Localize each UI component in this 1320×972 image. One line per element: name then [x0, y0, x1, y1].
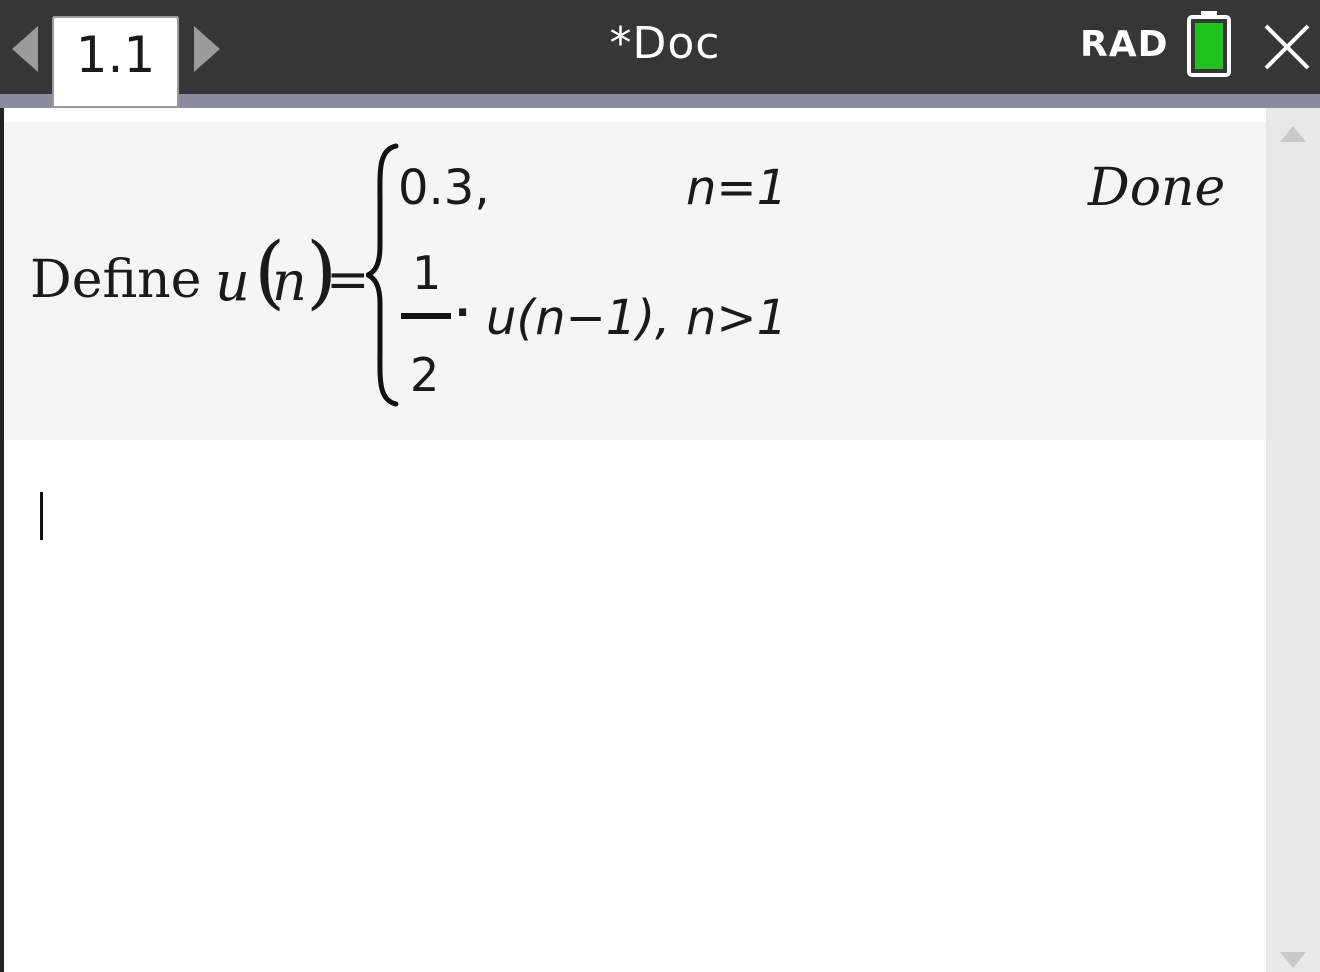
- next-page-button[interactable]: [188, 24, 228, 74]
- triangle-left-icon: [12, 26, 38, 72]
- close-icon[interactable]: [1262, 22, 1312, 72]
- triangle-right-icon: [194, 26, 220, 72]
- scroll-up-icon[interactable]: [1278, 124, 1308, 144]
- scroll-down-icon[interactable]: [1278, 950, 1308, 970]
- input-cursor[interactable]: [40, 492, 43, 540]
- battery-icon: [1187, 11, 1231, 77]
- previous-page-button[interactable]: [6, 24, 46, 74]
- function-name: u: [215, 250, 250, 313]
- function-variable: n: [272, 250, 307, 313]
- entry-result: Done: [1088, 158, 1226, 218]
- vertical-scrollbar[interactable]: [1266, 108, 1320, 972]
- fraction-bar: [401, 313, 451, 319]
- case-2-condition: n>1: [686, 290, 788, 346]
- page-tab-1-1[interactable]: 1.1: [52, 16, 179, 108]
- left-brace-icon: [366, 143, 399, 407]
- define-keyword: Define: [30, 250, 202, 310]
- multiply-dot: ·: [455, 290, 471, 336]
- angle-mode-indicator: RAD: [1080, 24, 1169, 65]
- title-bar-divider: [0, 94, 1320, 108]
- case-1-condition: n=1: [686, 160, 788, 216]
- document-title: *Doc: [609, 18, 721, 69]
- case-1-value: 0.3,: [398, 160, 490, 216]
- equals-sign: =: [326, 250, 370, 310]
- page-tab-label: 1.1: [75, 26, 156, 84]
- case-2-expression: u(n−1),: [486, 290, 671, 346]
- fraction-numerator: 1: [412, 246, 442, 300]
- fraction-denominator: 2: [410, 348, 440, 402]
